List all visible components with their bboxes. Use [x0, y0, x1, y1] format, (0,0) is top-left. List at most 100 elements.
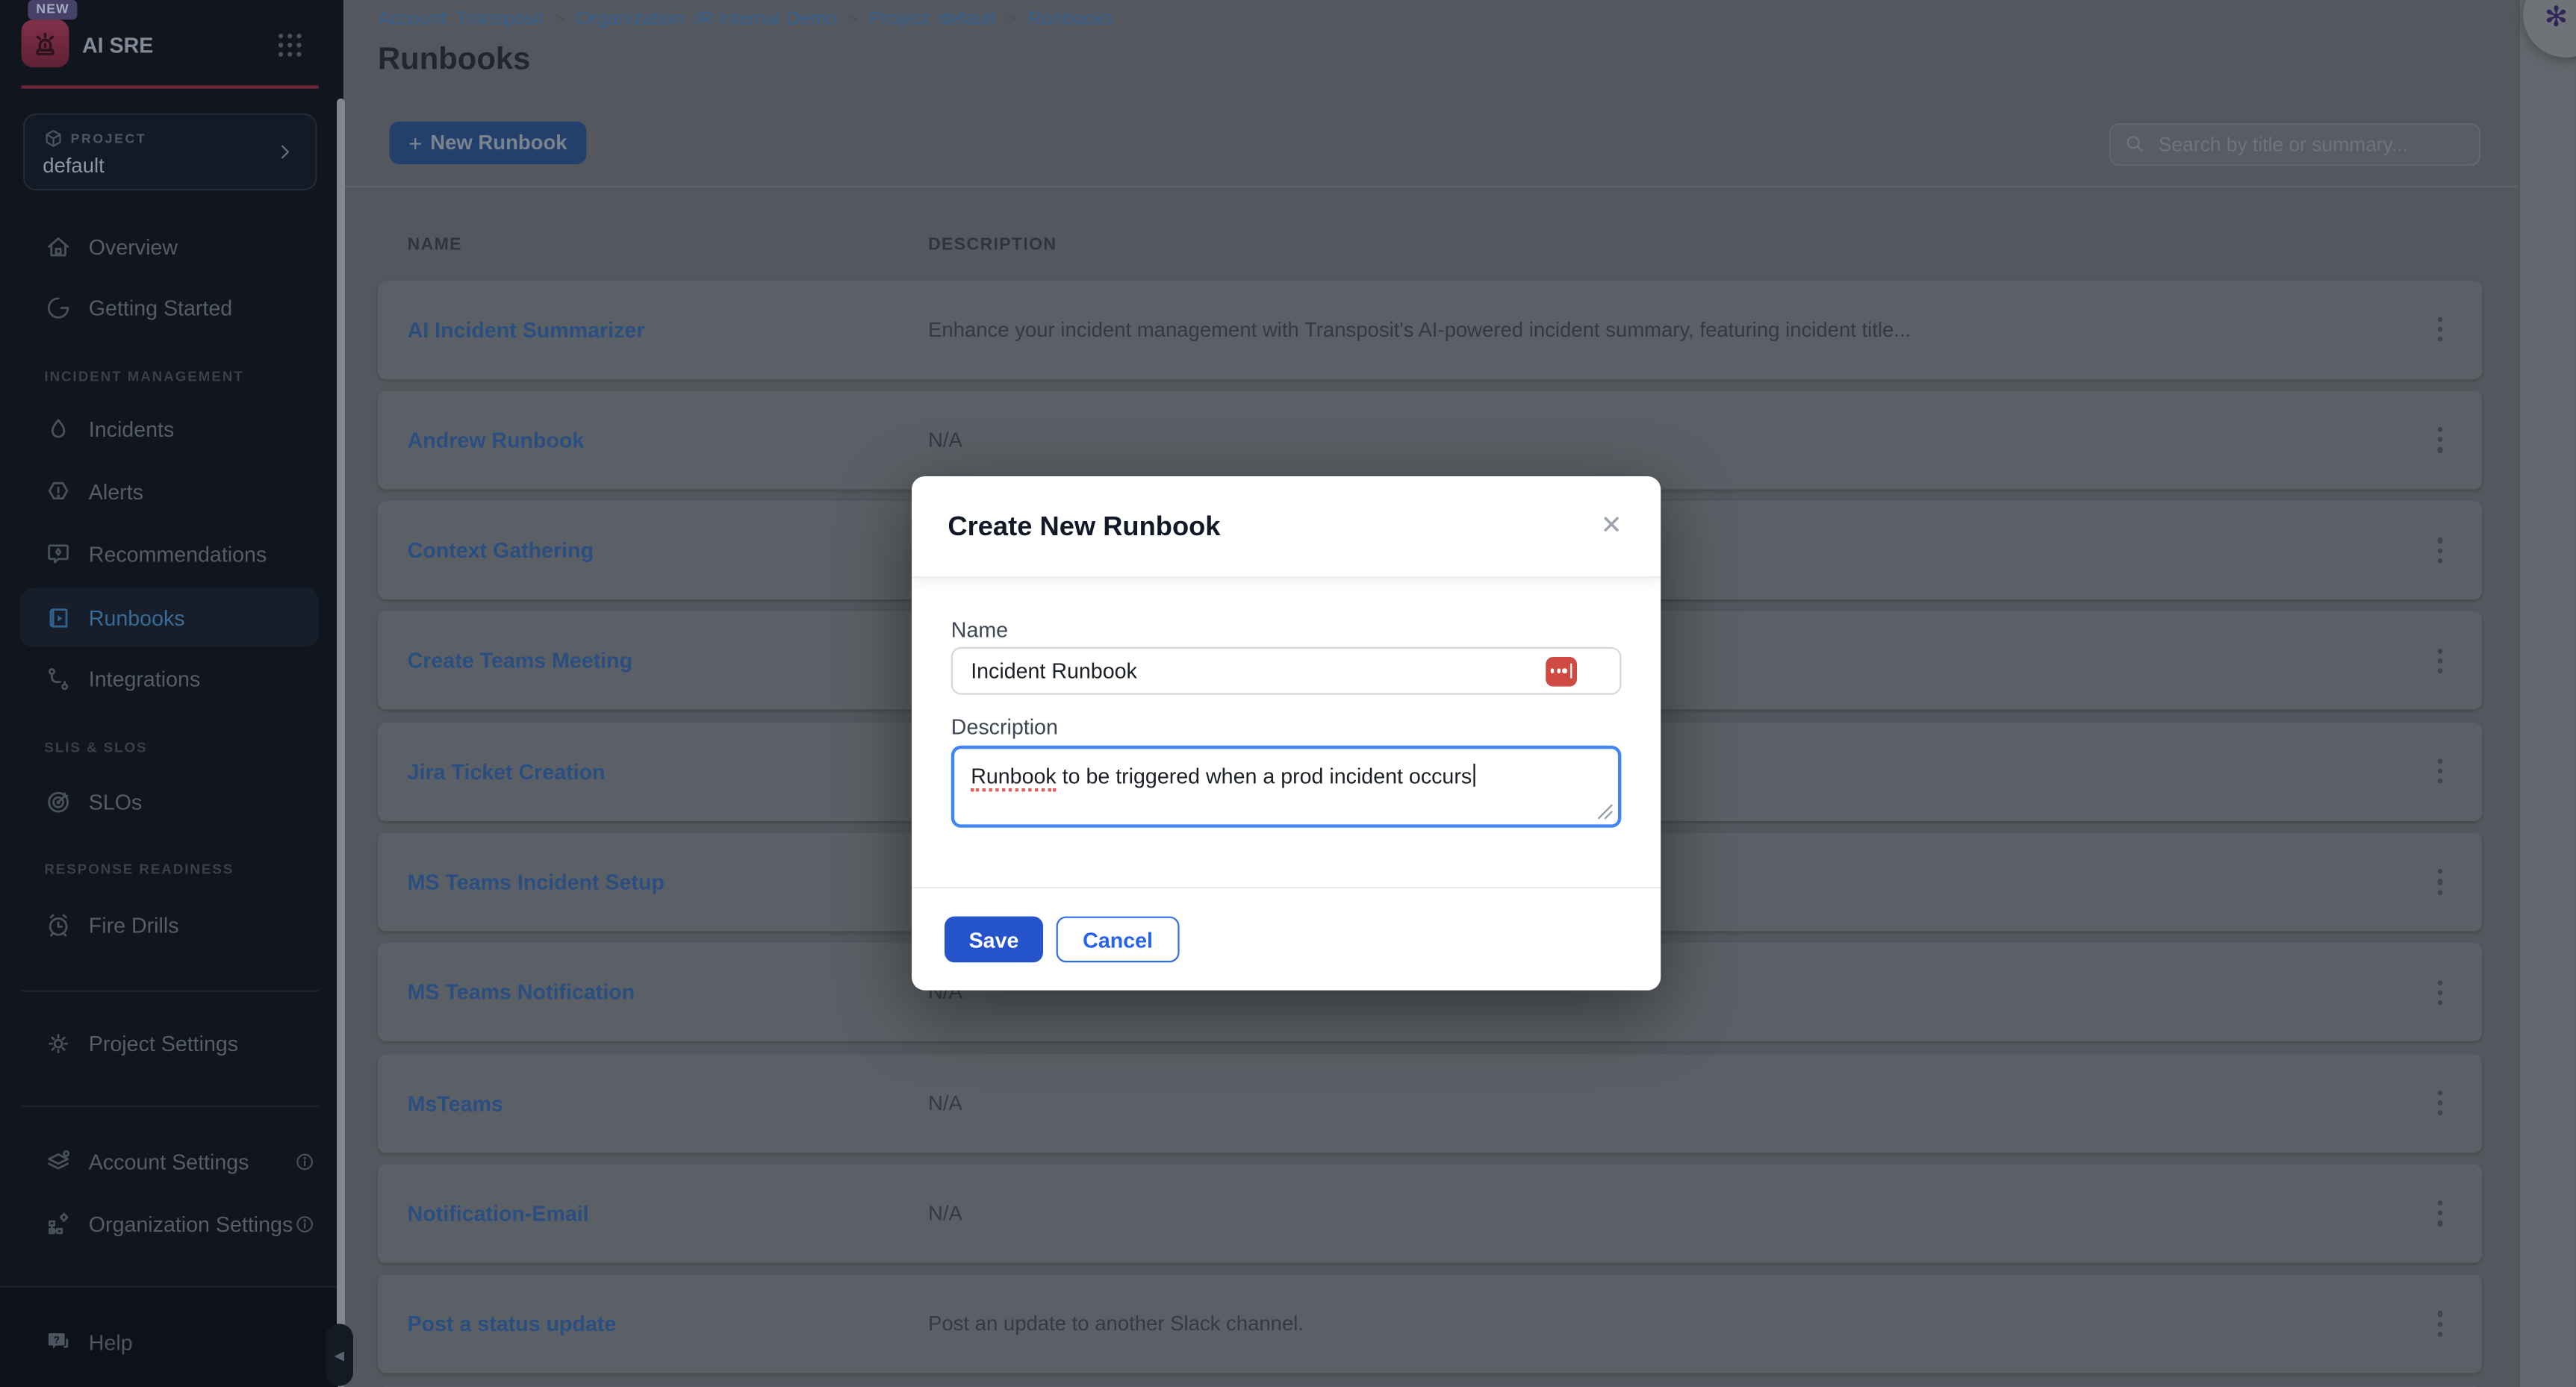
runbook-name-link[interactable]: MsTeams — [408, 1091, 503, 1115]
breadcrumb: Account: Transposit > Organization: IR I… — [378, 10, 1113, 29]
row-menu-button[interactable] — [2421, 1297, 2460, 1350]
sidebar-item-fire-drills[interactable]: Fire Drills — [19, 903, 318, 946]
sidebar-item-recommendations[interactable]: Recommendations — [19, 532, 318, 575]
sidebar-item-label: Alerts — [89, 479, 143, 503]
sidebar-item-overview[interactable]: Overview — [19, 225, 318, 267]
flame-icon — [44, 415, 72, 443]
svg-text:?: ? — [53, 1333, 60, 1344]
runbook-name-link[interactable]: Create Teams Meeting — [408, 649, 632, 673]
modal-header: Create New Runbook ✕ — [912, 476, 1661, 578]
close-icon[interactable]: ✕ — [1595, 511, 1628, 543]
runbook-name-link[interactable]: MS Teams Notification — [408, 980, 635, 1005]
section-response-readiness: RESPONSE READINESS — [44, 861, 234, 877]
description-textarea[interactable]: Runbook to be triggered when a prod inci… — [951, 746, 1622, 828]
breadcrumb-organization[interactable]: Organization: IR Internal Demo — [576, 10, 837, 29]
cancel-button[interactable]: Cancel — [1057, 917, 1180, 963]
sidebar-item-incidents[interactable]: Incidents — [19, 408, 318, 450]
siren-icon — [28, 26, 62, 60]
resize-handle-icon[interactable] — [1596, 803, 1613, 820]
app-root: NEW AI SRE PROJECT default Overview Gett… — [0, 0, 2576, 1387]
runbook-description: Enhance your incident management with Tr… — [928, 318, 1911, 341]
column-header-description: DESCRIPTION — [928, 235, 1057, 255]
row-menu-button[interactable] — [2421, 966, 2460, 1018]
row-menu-button[interactable] — [2421, 1187, 2460, 1239]
table-row: AI Incident Summarizer Enhance your incid… — [377, 280, 2481, 378]
name-input[interactable] — [951, 647, 1622, 695]
recommendation-bubble-icon — [44, 540, 72, 567]
sidebar-collapse-button[interactable] — [326, 1324, 353, 1386]
page-scrollbar[interactable] — [2519, 0, 2576, 1387]
project-selector[interactable]: PROJECT default — [23, 113, 317, 190]
page-title: Runbooks — [378, 43, 530, 78]
runbook-name-link[interactable]: Andrew Runbook — [408, 428, 585, 452]
table-row: Andrew Runbook N/A — [377, 390, 2481, 489]
runbook-name-link[interactable]: Jira Ticket Creation — [408, 759, 606, 784]
runbook-name-link[interactable]: MS Teams Incident Setup — [408, 870, 665, 894]
sidebar-item-label: Runbooks — [89, 605, 185, 630]
sidebar-item-organization-settings[interactable]: Organization Settings — [19, 1202, 318, 1244]
brand-divider — [22, 85, 319, 87]
app-logo[interactable] — [22, 19, 69, 67]
plus-icon: + — [408, 130, 422, 156]
new-runbook-button[interactable]: + New Runbook — [389, 122, 586, 164]
project-label: PROJECT — [71, 131, 147, 146]
breadcrumb-account[interactable]: Account: Transposit — [378, 10, 544, 29]
create-runbook-modal: Create New Runbook ✕ Name Description Ru… — [912, 476, 1661, 991]
breadcrumb-runbooks[interactable]: Runbooks — [1028, 10, 1113, 29]
sidebar-item-label: Integrations — [89, 666, 200, 691]
info-icon[interactable] — [294, 1151, 316, 1173]
save-button[interactable]: Save — [945, 917, 1043, 963]
search-input[interactable] — [2155, 131, 2465, 157]
flower-icon: ✻ — [2545, 1, 2568, 34]
breadcrumb-project[interactable]: Project: default — [869, 10, 995, 29]
sidebar-item-integrations[interactable]: Integrations — [19, 657, 318, 699]
gear-icon — [44, 1029, 72, 1056]
row-menu-button[interactable] — [2421, 524, 2460, 576]
row-menu-button[interactable] — [2421, 303, 2460, 355]
row-menu-button[interactable] — [2421, 1076, 2460, 1129]
runbook-name-link[interactable]: AI Incident Summarizer — [408, 317, 645, 342]
row-menu-button[interactable] — [2421, 414, 2460, 466]
app-grid-icon[interactable] — [274, 30, 305, 61]
runbook-name-link[interactable]: Context Gathering — [408, 538, 594, 563]
modal-footer: Save Cancel — [912, 887, 1661, 991]
row-menu-button[interactable] — [2421, 635, 2460, 687]
sidebar-item-label: Getting Started — [89, 295, 232, 320]
modal-title: Create New Runbook — [948, 512, 1220, 543]
sidebar-item-help[interactable]: ? Help — [19, 1321, 318, 1363]
help-bubble-icon: ? — [44, 1328, 72, 1356]
sidebar-item-getting-started[interactable]: Getting Started — [19, 286, 318, 328]
breadcrumb-separator: > — [1007, 10, 1016, 28]
sidebar-item-label: Fire Drills — [89, 912, 179, 937]
breadcrumb-separator: > — [556, 10, 565, 28]
autofill-extension-icon[interactable] — [1546, 656, 1577, 686]
runbook-name-link[interactable]: Post a status update — [408, 1312, 617, 1336]
sidebar-item-runbooks[interactable]: Runbooks — [19, 588, 318, 647]
info-icon[interactable] — [294, 1214, 316, 1235]
row-menu-button[interactable] — [2421, 855, 2460, 908]
search-box — [2109, 123, 2480, 165]
sidebar-item-project-settings[interactable]: Project Settings — [19, 1021, 318, 1064]
sidebar-item-alerts[interactable]: Alerts — [19, 470, 318, 512]
home-icon — [44, 232, 72, 260]
description-text: to be triggered when a prod incident occ… — [1057, 764, 1472, 788]
row-menu-button[interactable] — [2421, 745, 2460, 797]
text-caret — [1473, 764, 1475, 787]
toolbar-divider — [343, 186, 2519, 187]
sidebar-item-label: Recommendations — [89, 541, 267, 566]
name-field-wrap — [951, 647, 1622, 695]
cube-icon — [43, 128, 64, 150]
sidebar-scrollbar[interactable] — [336, 99, 344, 1387]
sidebar-item-slos[interactable]: SLOs — [19, 780, 318, 823]
sidebar-item-label: Overview — [89, 234, 178, 259]
target-icon — [44, 788, 72, 815]
column-header-name: NAME — [408, 235, 462, 255]
sidebar-item-account-settings[interactable]: Account Settings — [19, 1140, 318, 1182]
runbook-name-link[interactable]: Notification-Email — [408, 1201, 589, 1226]
alarm-clock-icon — [44, 911, 72, 938]
table-row: Notification-EmailN/A — [377, 1165, 2481, 1263]
getting-started-icon — [44, 293, 72, 321]
sidebar-item-label: Help — [89, 1330, 133, 1354]
app-title: AI SRE — [82, 33, 153, 57]
runbook-description: N/A — [928, 428, 962, 452]
